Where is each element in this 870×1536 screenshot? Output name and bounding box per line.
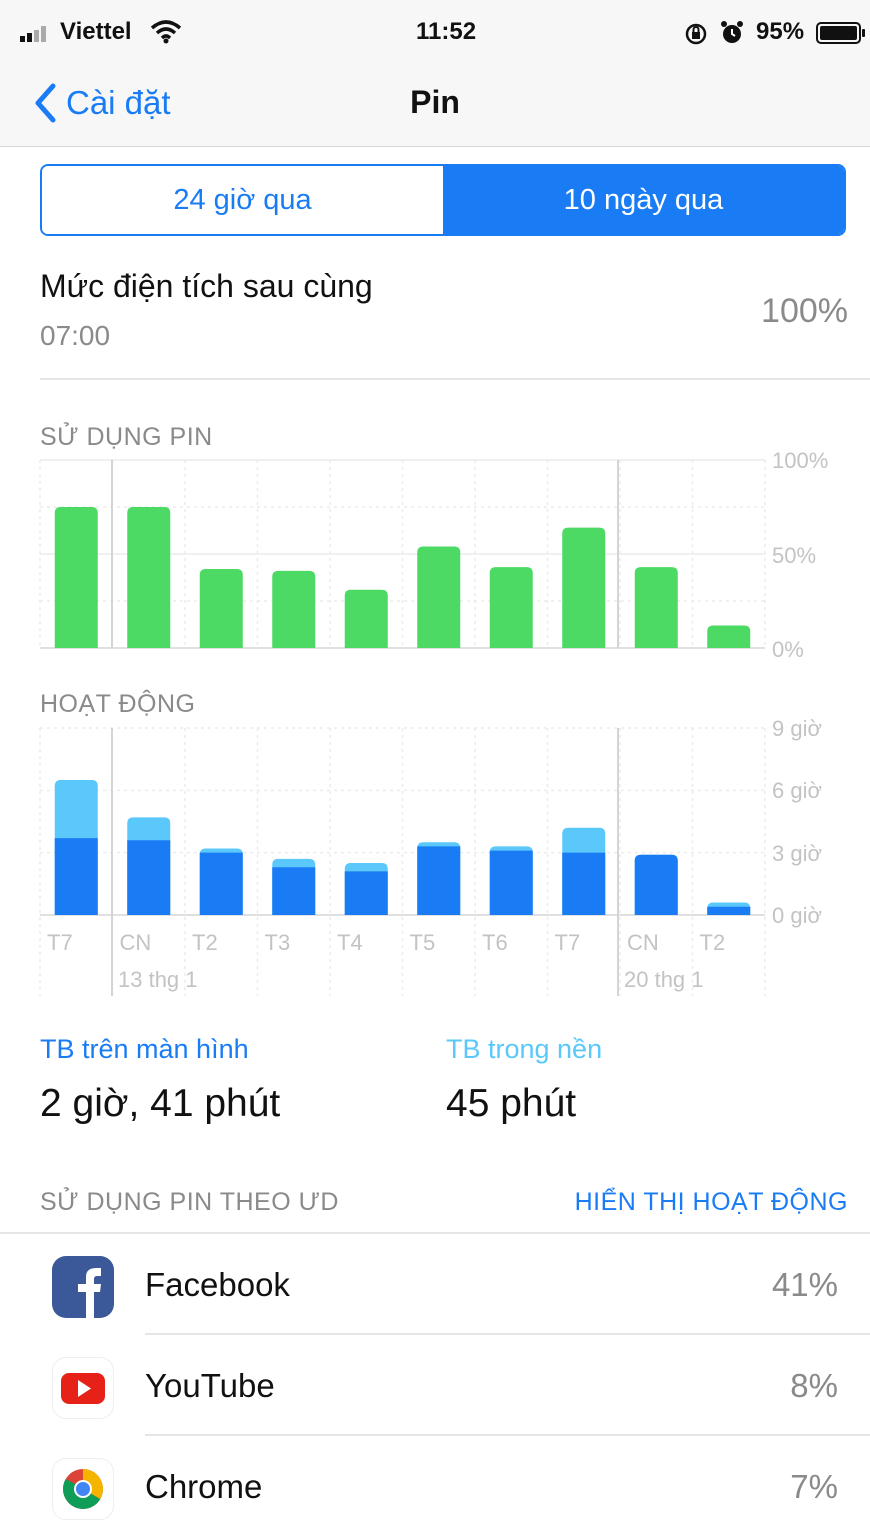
activity-tick-label: 6 giờ bbox=[772, 778, 822, 803]
usage-bar bbox=[417, 546, 461, 648]
activity-tick-label: 0 giờ bbox=[772, 903, 822, 928]
screen-activity-bar bbox=[417, 846, 461, 915]
day-label: T2 bbox=[700, 930, 726, 955]
usage-bar bbox=[199, 569, 243, 648]
usage-bar bbox=[707, 625, 751, 648]
time-range-segmented-control: 24 giờ qua 10 ngày qua bbox=[40, 164, 846, 236]
app-name: YouTube bbox=[145, 1367, 275, 1404]
day-label: T6 bbox=[482, 930, 508, 955]
day-label: CN bbox=[120, 930, 152, 955]
status-bar: Viettel 11:52 95% bbox=[0, 0, 870, 64]
battery-usage-label: SỬ DỤNG PIN bbox=[40, 423, 213, 451]
segment-24-hours[interactable]: 24 giờ qua bbox=[42, 166, 443, 234]
chrome-icon bbox=[52, 1458, 114, 1520]
usage-bar bbox=[344, 589, 388, 648]
divider bbox=[40, 378, 870, 380]
clock-label: 11:52 bbox=[416, 18, 477, 45]
alarm-icon bbox=[721, 21, 743, 43]
screen-activity-bar bbox=[489, 850, 533, 915]
day-label: T2 bbox=[192, 930, 218, 955]
activity-chart: 9 giờ 6 giờ 3 giờ 0 giờ T7 CN T2 T3 T4 T5 T6 T7… bbox=[39, 716, 822, 996]
orientation-lock-icon bbox=[685, 23, 707, 45]
facebook-icon bbox=[52, 1256, 114, 1318]
show-activity-button[interactable]: HIỂN THỊ HOẠT ĐỘNG bbox=[575, 1188, 848, 1217]
app-percent: 8% bbox=[790, 1367, 838, 1404]
screen-activity-bar bbox=[634, 854, 678, 915]
day-label: CN bbox=[627, 930, 659, 955]
battery-usage-chart: 100% 50% 0% bbox=[39, 450, 828, 662]
background-average-label: TB trong nền bbox=[446, 1034, 603, 1064]
usage-bar bbox=[634, 567, 678, 648]
date-label: 13 thg 1 bbox=[118, 967, 198, 992]
screen-average-value: 2 giờ, 41 phút bbox=[40, 1082, 281, 1125]
carrier-label: Viettel bbox=[60, 18, 132, 45]
screen-activity-bar bbox=[344, 871, 388, 915]
activity-tick-label: 3 giờ bbox=[772, 841, 822, 866]
day-label: T4 bbox=[337, 930, 363, 955]
screen-activity-bar bbox=[707, 906, 751, 915]
day-label: T5 bbox=[410, 930, 436, 955]
day-label: T3 bbox=[265, 930, 291, 955]
date-label: 20 thg 1 bbox=[624, 967, 704, 992]
background-average-value: 45 phút bbox=[446, 1082, 577, 1125]
navigation-bar: Cài đặt Pin bbox=[0, 64, 870, 147]
segment-10-days[interactable]: 10 ngày qua bbox=[443, 166, 844, 234]
app-row-chrome[interactable]: Chrome 7% bbox=[0, 1436, 870, 1536]
app-percent: 7% bbox=[790, 1468, 838, 1505]
day-label: T7 bbox=[47, 930, 73, 955]
app-name: Facebook bbox=[145, 1266, 290, 1303]
screen-activity-bar bbox=[127, 840, 171, 915]
usage-bar bbox=[489, 567, 533, 648]
page-title: Pin bbox=[410, 84, 460, 120]
youtube-icon bbox=[52, 1357, 114, 1419]
screen-activity-bar bbox=[272, 867, 316, 915]
app-usage-label: SỬ DỤNG PIN THEO ƯD bbox=[40, 1188, 339, 1216]
usage-bar bbox=[562, 527, 606, 648]
day-label: T7 bbox=[555, 930, 581, 955]
screen-activity-bar bbox=[199, 852, 243, 915]
app-percent: 41% bbox=[771, 1266, 838, 1303]
last-charge-value: 100% bbox=[761, 292, 848, 330]
usage-bar bbox=[127, 507, 171, 648]
wifi-icon bbox=[150, 20, 182, 44]
last-charge-title: Mức điện tích sau cùng bbox=[40, 268, 373, 304]
app-row-facebook[interactable]: Facebook 41% bbox=[0, 1234, 870, 1334]
usage-bar bbox=[54, 507, 98, 648]
usage-bar bbox=[272, 570, 316, 648]
usage-tick-label: 100% bbox=[772, 450, 828, 473]
screen-activity-bar bbox=[562, 852, 606, 915]
screen-average-label: TB trên màn hình bbox=[40, 1034, 249, 1064]
app-name: Chrome bbox=[145, 1468, 263, 1505]
screen-activity-bar bbox=[54, 838, 98, 915]
app-row-youtube[interactable]: YouTube 8% bbox=[0, 1335, 870, 1435]
activity-tick-label: 9 giờ bbox=[772, 716, 822, 741]
signal-icon bbox=[20, 26, 46, 42]
battery-icon bbox=[816, 22, 865, 44]
battery-percent: 95% bbox=[756, 18, 805, 45]
usage-tick-label: 0% bbox=[772, 637, 804, 662]
last-charge-time: 07:00 bbox=[40, 320, 111, 351]
usage-tick-label: 50% bbox=[772, 543, 816, 568]
